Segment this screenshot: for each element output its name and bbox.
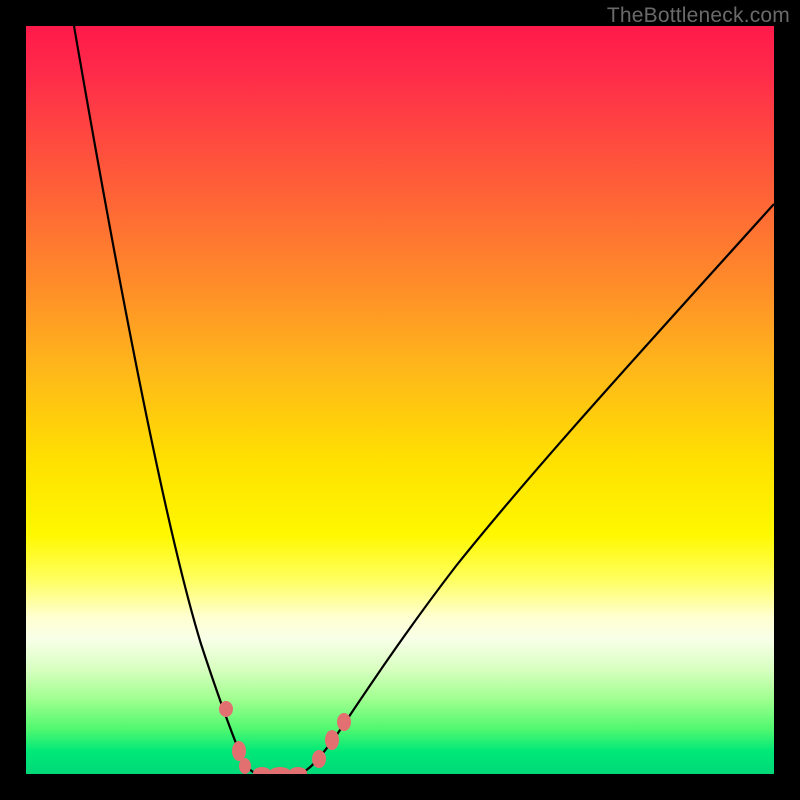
curve-right-branch	[296, 204, 774, 774]
data-dot	[269, 767, 291, 774]
bottleneck-curve	[26, 26, 774, 774]
data-dot	[312, 750, 326, 768]
data-dot	[337, 713, 351, 731]
chart-area	[26, 26, 774, 774]
data-dot	[219, 701, 233, 717]
data-dot	[325, 730, 339, 750]
data-dot	[232, 741, 246, 761]
data-dot	[289, 767, 307, 774]
data-dot	[239, 758, 251, 774]
curve-left-branch	[74, 26, 262, 774]
data-dot	[253, 767, 271, 774]
watermark-text: TheBottleneck.com	[607, 4, 790, 28]
